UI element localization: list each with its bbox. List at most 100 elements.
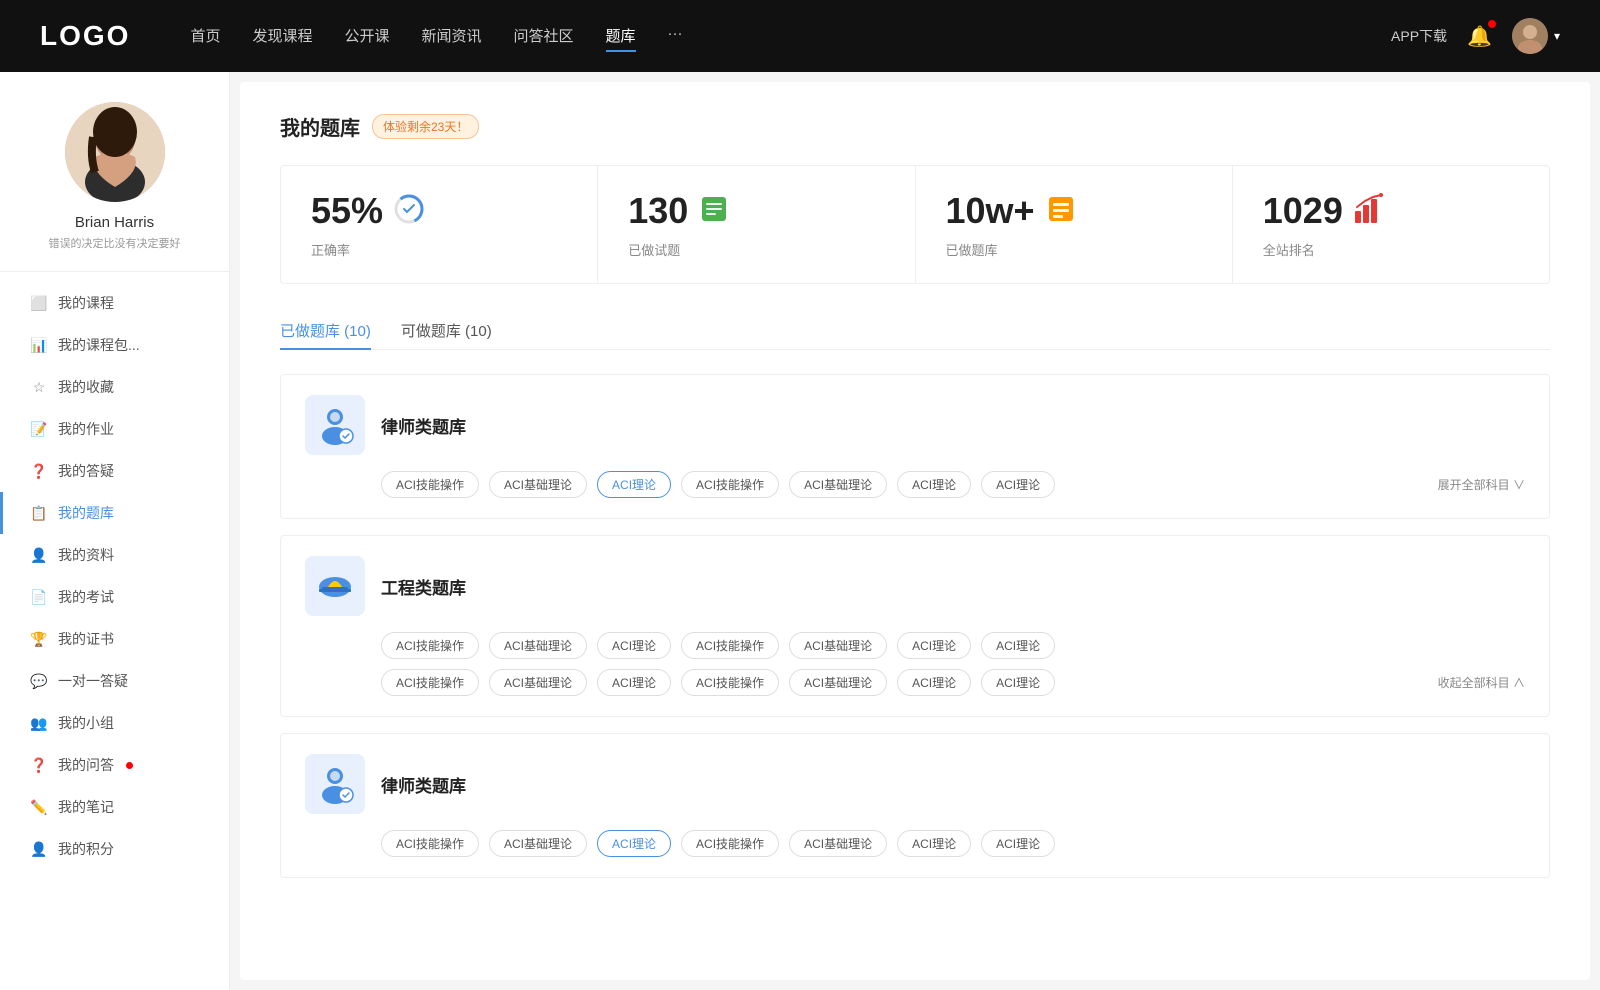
sidebar-item-group[interactable]: 👥 我的小组: [0, 702, 229, 744]
tag-6[interactable]: ACI理论: [981, 471, 1055, 498]
stat-done-questions: 130 已做试题: [598, 166, 915, 283]
eng-tag-0[interactable]: ACI技能操作: [381, 632, 479, 659]
sidebar-menu: ⬜ 我的课程 📊 我的课程包... ☆ 我的收藏 📝 我的作业 ❓ 我的答疑 📋: [0, 282, 229, 870]
eng-tag-4[interactable]: ACI基础理论: [789, 632, 887, 659]
stat-top-accuracy: 55%: [311, 190, 567, 232]
notification-badge: [1488, 20, 1496, 28]
tag-4[interactable]: ACI基础理论: [789, 471, 887, 498]
l2-tag-5[interactable]: ACI理论: [897, 830, 971, 857]
question-icon: ❓: [30, 463, 48, 480]
l2-tag-3[interactable]: ACI技能操作: [681, 830, 779, 857]
sidebar: Brian Harris 错误的决定比没有决定要好 ⬜ 我的课程 📊 我的课程包…: [0, 72, 230, 990]
trial-badge: 体验剩余23天！: [372, 114, 479, 139]
rank-icon: [1353, 193, 1385, 230]
done-questions-icon: [698, 193, 730, 230]
stats-row: 55% 正确率 130: [280, 165, 1550, 284]
stat-top-banks: 10w+: [946, 190, 1202, 232]
lawyer-bank-icon: [305, 395, 365, 455]
eng-tag-r2-4[interactable]: ACI基础理论: [789, 669, 887, 696]
eng-tag-5[interactable]: ACI理论: [897, 632, 971, 659]
user-avatar-menu[interactable]: ▾: [1512, 18, 1560, 54]
sidebar-item-one-on-one[interactable]: 💬 一对一答疑: [0, 660, 229, 702]
qbank-header-engineer: 工程类题库: [305, 556, 1525, 616]
eng-tag-r2-1[interactable]: ACI基础理论: [489, 669, 587, 696]
notification-bell[interactable]: 🔔: [1467, 24, 1492, 49]
avatar-image: [65, 102, 165, 202]
stat-label-banks: 已做题库: [946, 240, 1202, 259]
notes-icon: ✏️: [30, 799, 48, 816]
qbank-header-lawyer-2: 律师类题库: [305, 754, 1525, 814]
eng-tag-r2-3[interactable]: ACI技能操作: [681, 669, 779, 696]
qbank-section-lawyer-1: 律师类题库 ACI技能操作 ACI基础理论 ACI理论 ACI技能操作 ACI基…: [280, 374, 1550, 519]
stat-label-done: 已做试题: [628, 240, 884, 259]
app-download-button[interactable]: APP下载: [1391, 26, 1447, 46]
sidebar-item-certificate[interactable]: 🏆 我的证书: [0, 618, 229, 660]
avatar: [1512, 18, 1548, 54]
stat-value-banks: 10w+: [946, 190, 1035, 232]
l2-tag-0[interactable]: ACI技能操作: [381, 830, 479, 857]
eng-tag-3[interactable]: ACI技能操作: [681, 632, 779, 659]
l2-tag-4[interactable]: ACI基础理论: [789, 830, 887, 857]
tab-done-banks[interactable]: 已做题库 (10): [280, 312, 371, 349]
l2-tag-6[interactable]: ACI理论: [981, 830, 1055, 857]
cert-icon: 🏆: [30, 631, 48, 648]
page-title: 我的题库: [280, 112, 360, 141]
profile-motto: 错误的决定比没有决定要好: [49, 235, 181, 251]
nav-question-bank[interactable]: 题库: [606, 21, 636, 52]
sidebar-item-homework[interactable]: 📝 我的作业: [0, 408, 229, 450]
stat-top-done: 130: [628, 190, 884, 232]
eng-tag-6[interactable]: ACI理论: [981, 632, 1055, 659]
sidebar-item-favorites[interactable]: ☆ 我的收藏: [0, 366, 229, 408]
tag-2[interactable]: ACI理论: [597, 471, 671, 498]
stat-value-rank: 1029: [1263, 190, 1343, 232]
collapse-link[interactable]: 收起全部科目 ∧: [1438, 674, 1525, 691]
qa-icon: ❓: [30, 757, 48, 774]
eng-tag-r2-6[interactable]: ACI理论: [981, 669, 1055, 696]
stat-label-rank: 全站排名: [1263, 240, 1519, 259]
nav-news[interactable]: 新闻资讯: [422, 21, 482, 52]
eng-tag-r2-5[interactable]: ACI理论: [897, 669, 971, 696]
profile-name: Brian Harris: [75, 214, 154, 231]
main-nav: 首页 发现课程 公开课 新闻资讯 问答社区 题库 ···: [190, 21, 1391, 52]
l2-tag-2[interactable]: ACI理论: [597, 830, 671, 857]
accuracy-chart-icon: [393, 193, 425, 230]
expand-link-1[interactable]: 展开全部科目 ∨: [1438, 476, 1525, 493]
homework-icon: 📝: [30, 421, 48, 438]
sidebar-item-course-package[interactable]: 📊 我的课程包...: [0, 324, 229, 366]
engineer-bank-icon: [305, 556, 365, 616]
qbank-section-engineer: 工程类题库 ACI技能操作 ACI基础理论 ACI理论 ACI技能操作 ACI基…: [280, 535, 1550, 717]
sidebar-item-question-bank[interactable]: 📋 我的题库: [0, 492, 229, 534]
sidebar-item-my-qa[interactable]: ❓ 我的问答: [0, 744, 229, 786]
tab-available-banks[interactable]: 可做题库 (10): [401, 312, 492, 349]
nav-open-course[interactable]: 公开课: [344, 21, 389, 52]
one-on-one-icon: 💬: [30, 673, 48, 690]
tag-1[interactable]: ACI基础理论: [489, 471, 587, 498]
eng-tag-r2-2[interactable]: ACI理论: [597, 669, 671, 696]
nav-more[interactable]: ···: [668, 21, 683, 52]
sidebar-item-exam[interactable]: 📄 我的考试: [0, 576, 229, 618]
sidebar-item-profile[interactable]: 👤 我的资料: [0, 534, 229, 576]
sidebar-item-my-course[interactable]: ⬜ 我的课程: [0, 282, 229, 324]
nav-home[interactable]: 首页: [190, 21, 220, 52]
nav-qa[interactable]: 问答社区: [514, 21, 574, 52]
tag-0[interactable]: ACI技能操作: [381, 471, 479, 498]
qbank-name-lawyer-2: 律师类题库: [381, 772, 466, 797]
stat-accuracy: 55% 正确率: [281, 166, 598, 283]
sidebar-item-points[interactable]: 👤 我的积分: [0, 828, 229, 870]
tag-3[interactable]: ACI技能操作: [681, 471, 779, 498]
tabs-row: 已做题库 (10) 可做题库 (10): [280, 312, 1550, 350]
qbank-name-lawyer-1: 律师类题库: [381, 413, 466, 438]
eng-tag-2[interactable]: ACI理论: [597, 632, 671, 659]
l2-tag-1[interactable]: ACI基础理论: [489, 830, 587, 857]
eng-tag-1[interactable]: ACI基础理论: [489, 632, 587, 659]
tag-5[interactable]: ACI理论: [897, 471, 971, 498]
sidebar-item-notes[interactable]: ✏️ 我的笔记: [0, 786, 229, 828]
stat-value-done: 130: [628, 190, 688, 232]
qbank-section-lawyer-2: 律师类题库 ACI技能操作 ACI基础理论 ACI理论 ACI技能操作 ACI基…: [280, 733, 1550, 878]
course-icon: ⬜: [30, 295, 48, 312]
sidebar-item-questions[interactable]: ❓ 我的答疑: [0, 450, 229, 492]
qbank-header-lawyer-1: 律师类题库: [305, 395, 1525, 455]
header-right: APP下载 🔔 ▾: [1391, 18, 1560, 54]
nav-discover[interactable]: 发现课程: [252, 21, 312, 52]
eng-tag-r2-0[interactable]: ACI技能操作: [381, 669, 479, 696]
